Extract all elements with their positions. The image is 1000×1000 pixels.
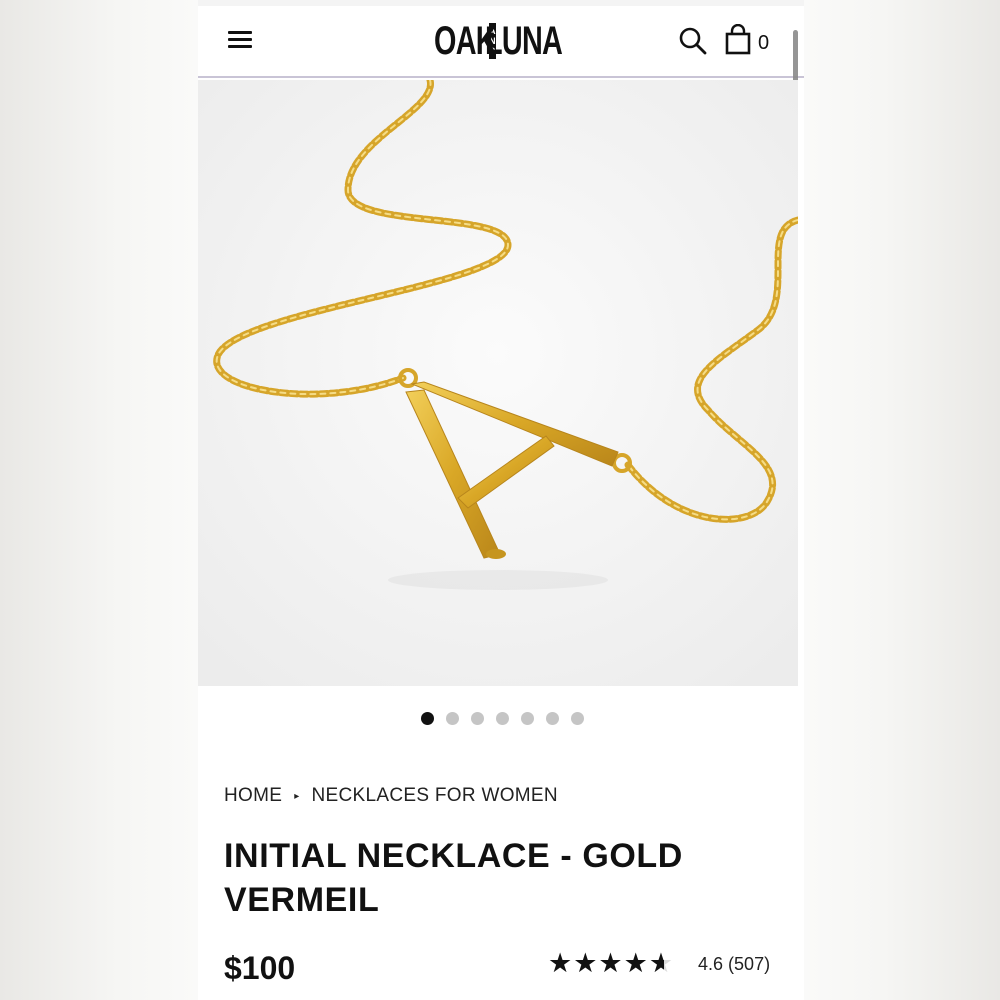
menu-icon-bar xyxy=(228,45,252,48)
menu-button[interactable] xyxy=(226,26,254,54)
rating-summary: 4.6 (507) xyxy=(698,953,771,974)
gallery-dot-1[interactable] xyxy=(420,712,434,725)
mobile-product-page: OAK A N D LUNA 0 HOME ▸ NECKLACES FOR WO… xyxy=(198,0,804,1000)
background-left xyxy=(0,0,198,1000)
breadcrumb-home[interactable]: HOME xyxy=(224,785,282,807)
brand-logo[interactable]: OAK A N D LUNA xyxy=(428,18,574,64)
gallery-dot-6[interactable] xyxy=(545,712,559,725)
product-rating[interactable]: ★★★★★ ★★★★★ 4.6 (507) xyxy=(548,950,770,978)
gallery-dot-5[interactable] xyxy=(520,712,534,725)
search-button[interactable] xyxy=(678,26,708,56)
breadcrumb-necklaces-for-women[interactable]: NECKLACES FOR WOMEN xyxy=(312,785,558,807)
logo-word-luna: LUNA xyxy=(484,19,563,63)
breadcrumb-separator-icon: ▸ xyxy=(294,790,300,802)
menu-icon-bar xyxy=(228,38,252,41)
breadcrumb: HOME ▸ NECKLACES FOR WOMEN xyxy=(224,784,558,808)
search-icon xyxy=(679,27,707,55)
menu-icon-bar xyxy=(228,31,252,34)
product-image-gold-initial-necklace xyxy=(198,80,798,686)
gallery-dot-4[interactable] xyxy=(495,712,509,725)
gallery-dot-3[interactable] xyxy=(470,712,484,725)
cart-button[interactable] xyxy=(724,23,752,56)
shopping-bag-icon xyxy=(725,23,751,55)
gallery-dot-7[interactable] xyxy=(570,712,584,725)
rating-stars-filled: ★★★★★ xyxy=(548,950,664,978)
rating-stars-icon: ★★★★★ ★★★★★ xyxy=(548,948,675,979)
product-price: $100 xyxy=(224,950,296,986)
site-header: OAK A N D LUNA 0 xyxy=(198,6,804,78)
gallery-dot-2[interactable] xyxy=(445,712,459,725)
background-right xyxy=(804,0,1000,1000)
product-title: INITIAL NECKLACE - GOLD VERMEIL xyxy=(224,837,683,919)
gallery-pagination xyxy=(198,712,804,726)
product-image-gallery[interactable] xyxy=(198,80,798,686)
cart-count: 0 xyxy=(758,32,770,54)
